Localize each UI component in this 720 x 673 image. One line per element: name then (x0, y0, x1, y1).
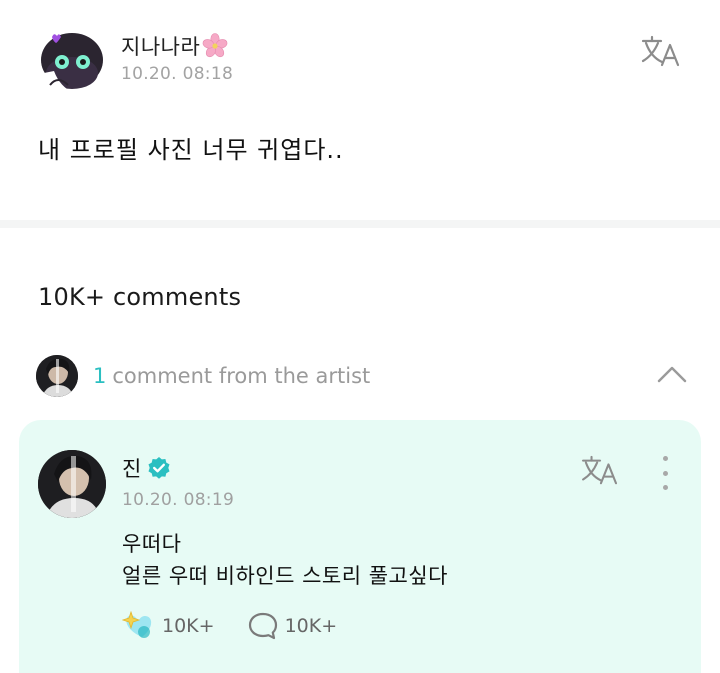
post-translate-button[interactable] (638, 32, 684, 72)
comments-count: 10K+ comments (38, 283, 242, 311)
post: 지나나라 10.20. 08:18 내 프로필 사진 너무 귀엽다.. (0, 0, 720, 220)
more-vertical-icon[interactable] (655, 456, 675, 490)
post-body-text: 내 프로필 사진 너무 귀엽다.. (38, 136, 344, 164)
artist-photo-icon (38, 450, 106, 518)
artist-comment-card: 진 10.20. 08:19 우떠다 얼른 우떠 비하인드 스토리 풀고싶다 1… (19, 420, 701, 673)
artist-comment-timestamp: 10.20. 08:19 (122, 490, 235, 510)
section-divider (0, 220, 720, 228)
artist-name-text: 진 (122, 457, 142, 481)
more-dot (662, 456, 668, 461)
reply-count: 10K+ (284, 615, 338, 637)
more-dot (662, 485, 668, 490)
verified-badge-icon (148, 457, 170, 479)
post-author-name[interactable]: 지나나라 (121, 31, 228, 61)
translate-icon (641, 35, 680, 67)
post-author-name-text: 지나나라 (121, 35, 201, 59)
artist-comments-toggle[interactable]: 1 comment from the artist (36, 352, 696, 400)
artist-comment-count: 1 (93, 364, 107, 388)
artist-comments-summary: 1 comment from the artist (93, 364, 370, 388)
artist-comment-label: comment from the artist (112, 364, 371, 388)
speech-bubble-icon (248, 612, 277, 640)
comment-actions: 10K+ 10K+ (122, 611, 337, 641)
post-detail-screen: 지나나라 10.20. 08:18 내 프로필 사진 너무 귀엽다.. 10K+… (0, 0, 720, 673)
artist-name[interactable]: 진 (122, 453, 171, 483)
post-author-avatar[interactable] (38, 27, 106, 95)
artist-avatar[interactable] (38, 450, 106, 518)
like-count: 10K+ (162, 615, 215, 637)
chevron-up-icon[interactable] (656, 362, 688, 386)
artist-avatar-small (36, 355, 78, 397)
comment-line: 얼른 우떠 비하인드 스토리 풀고싶다 (122, 564, 448, 588)
more-dot (662, 470, 668, 476)
post-timestamp: 10.20. 08:18 (121, 64, 234, 84)
sparkle-heart-icon (122, 611, 152, 638)
comment-line: 우떠다 (122, 532, 182, 556)
comment-translate-button[interactable] (577, 451, 623, 491)
reply-button[interactable]: 10K+ (247, 611, 338, 641)
translate-icon (582, 455, 618, 485)
artist-photo-icon (36, 355, 78, 397)
robot-avatar-icon (38, 27, 106, 95)
cherry-blossom-icon (202, 33, 228, 58)
artist-comment-body: 우떠다 얼른 우떠 비하인드 스토리 풀고싶다 (122, 528, 448, 592)
like-button[interactable]: 10K+ (122, 611, 215, 641)
